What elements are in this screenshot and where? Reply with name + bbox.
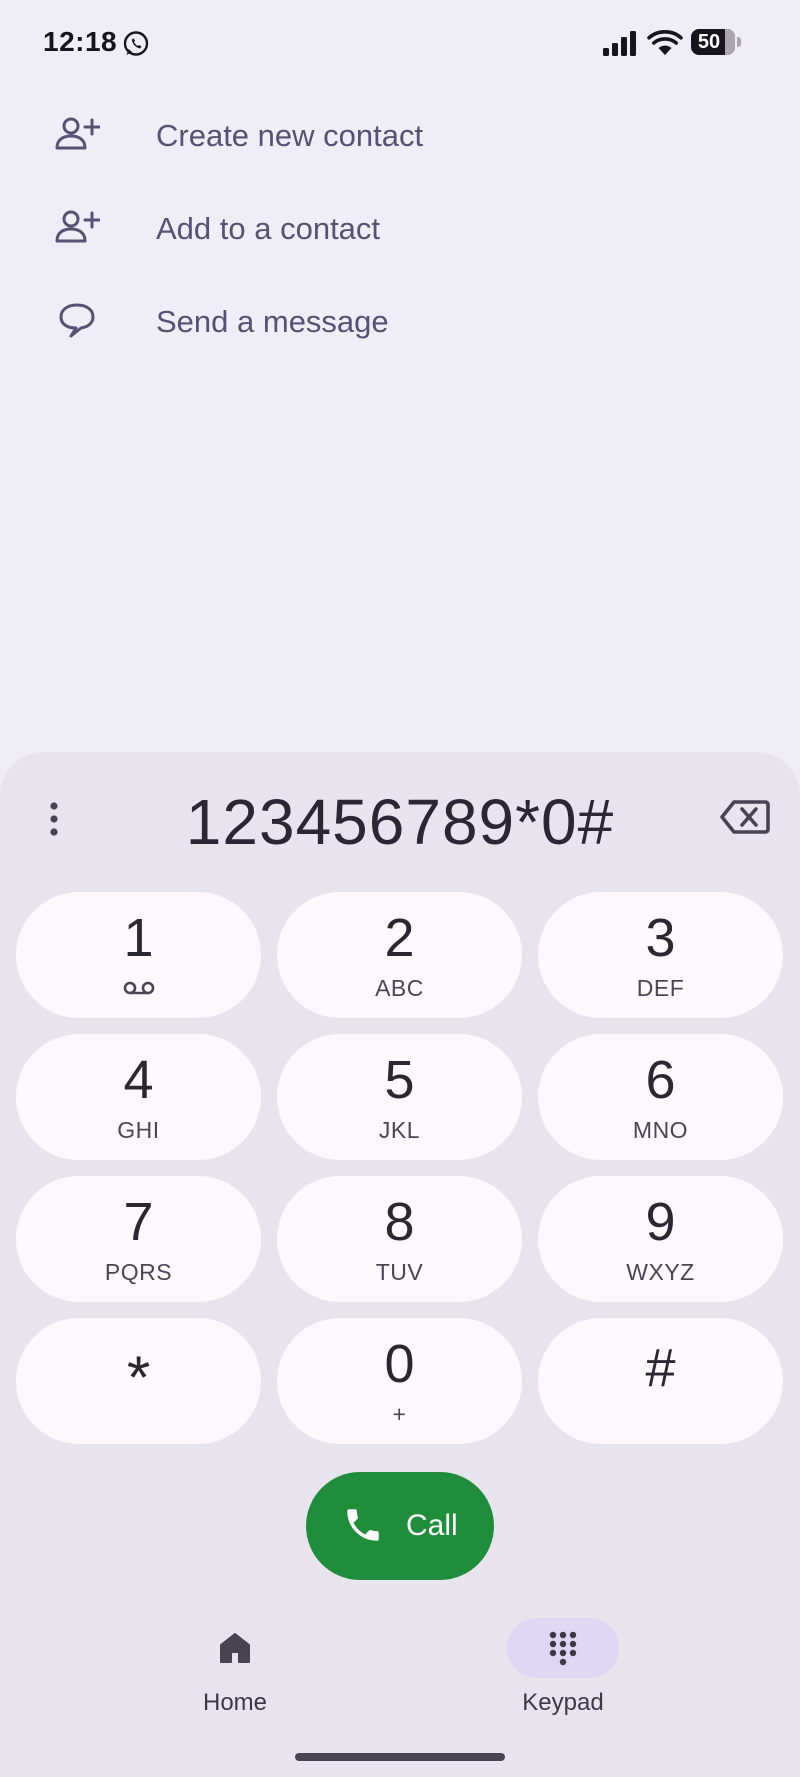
key-digit: 7 [123,1192,154,1252]
key-digit: 0 [384,1334,415,1394]
nav-item-keypad[interactable]: Keypad [483,1600,643,1720]
key-hash[interactable]: # [538,1318,783,1444]
key-digit: 4 [123,1050,154,1110]
key-letters: DEF [636,975,685,1001]
battery-cap [737,37,741,47]
key-7[interactable]: 7 PQRS [16,1176,261,1302]
key-digit: 8 [384,1192,415,1252]
wifi-icon [647,30,683,55]
key-1[interactable]: 1 [16,892,261,1018]
battery-level: 50 [697,31,721,53]
key-digit: * [126,1344,151,1411]
key-digit: 1 [123,908,154,968]
key-8[interactable]: 8 TUV [277,1176,522,1302]
create-new-contact-item[interactable]: Create new contact [0,90,800,180]
status-time: 12:18 [43,26,118,57]
action-label: Create new contact [156,118,424,153]
key-9[interactable]: 9 WXYZ [538,1176,783,1302]
dialed-number-display[interactable]: 123456789*0# [110,772,690,872]
nav-item-home[interactable]: Home [155,1600,315,1720]
key-digit: 5 [384,1050,415,1110]
key-0[interactable]: 0 + [277,1318,522,1444]
nav-icon-container [179,1618,291,1678]
add-to-contact-item[interactable]: Add to a contact [0,183,800,273]
key-letters: JKL [378,1117,421,1143]
key-digit: 6 [645,1050,676,1110]
add-person-icon [55,210,100,243]
nav-icon-container-active [507,1618,619,1678]
key-2[interactable]: 2 ABC [277,892,522,1018]
action-label: Send a message [156,304,389,339]
key-letters: MNO [632,1117,689,1143]
key-6[interactable]: 6 MNO [538,1034,783,1160]
nav-label: Keypad [522,1689,604,1716]
battery-body: 50 [691,29,735,55]
key-digit: 9 [645,1192,676,1252]
key-letters: PQRS [104,1259,173,1285]
key-3[interactable]: 3 DEF [538,892,783,1018]
cellular-signal-icon [603,31,636,56]
add-person-icon [55,117,100,150]
call-button[interactable]: Call [306,1472,494,1580]
key-letters: GHI [117,1117,160,1143]
home-icon [220,1633,250,1663]
key-letters: + [392,1401,407,1427]
key-digit: 2 [384,908,415,968]
key-letters: WXYZ [626,1259,695,1285]
dialpad-icon [549,1631,577,1666]
key-letters: TUV [375,1259,424,1285]
key-digit: # [645,1338,676,1398]
key-5[interactable]: 5 JKL [277,1034,522,1160]
whatsapp-icon [123,31,149,56]
voicemail-icon [123,981,155,995]
bottom-navigation: Home Keypad [0,1600,800,1720]
call-label: Call [406,1509,458,1542]
battery-indicator: 50 [691,29,741,55]
send-message-item[interactable]: Send a message [0,276,800,366]
action-label: Add to a contact [156,211,381,246]
key-digit: 3 [645,908,676,968]
nav-label: Home [202,1689,268,1716]
status-bar: 12:18 50 [0,0,800,90]
backspace-icon[interactable] [718,792,772,842]
home-indicator[interactable] [295,1753,505,1761]
key-star[interactable]: * [16,1318,261,1444]
message-bubble-icon [59,303,95,338]
key-4[interactable]: 4 GHI [16,1034,261,1160]
phone-icon [347,1509,379,1541]
key-letters: ABC [375,975,424,1001]
more-vertical-icon[interactable] [36,794,72,844]
